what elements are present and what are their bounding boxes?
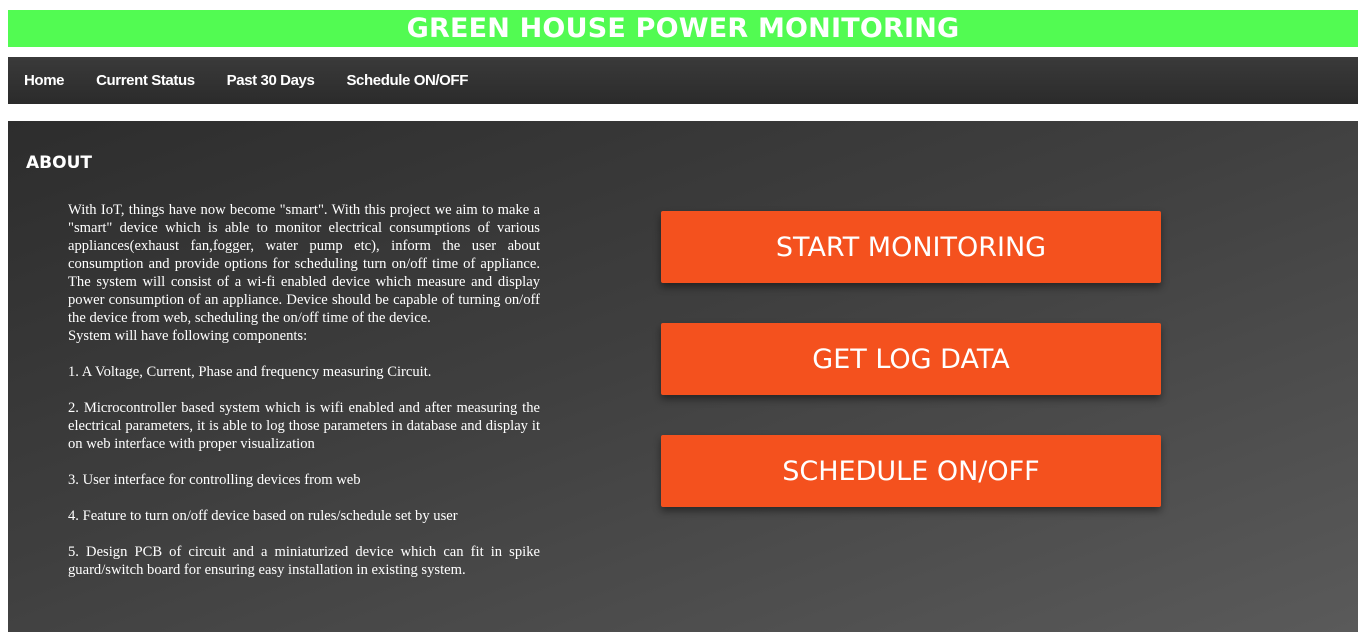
get-log-data-button[interactable]: GET LOG DATA bbox=[661, 323, 1161, 395]
start-monitoring-button[interactable]: START MONITORING bbox=[661, 211, 1161, 283]
about-description: With IoT, things have now become "smart"… bbox=[68, 201, 540, 579]
top-navbar: Home Current Status Past 30 Days Schedul… bbox=[8, 57, 1358, 104]
component-item: 2. Microcontroller based system which is… bbox=[68, 400, 540, 452]
schedule-on-off-button[interactable]: SCHEDULE ON/OFF bbox=[661, 435, 1161, 507]
site-title-banner: GREEN HOUSE POWER MONITORING bbox=[8, 10, 1358, 47]
about-intro: With IoT, things have now become "smart"… bbox=[68, 202, 540, 326]
component-item: 1. A Voltage, Current, Phase and frequen… bbox=[68, 364, 432, 380]
nav-current-status[interactable]: Current Status bbox=[96, 72, 195, 89]
component-item: 4. Feature to turn on/off device based o… bbox=[68, 508, 458, 524]
component-item: 3. User interface for controlling device… bbox=[68, 472, 361, 488]
component-item: 5. Design PCB of circuit and a miniaturi… bbox=[68, 544, 540, 578]
about-heading: ABOUT bbox=[26, 153, 92, 173]
site-title: GREEN HOUSE POWER MONITORING bbox=[406, 13, 960, 44]
nav-home[interactable]: Home bbox=[24, 72, 64, 89]
nav-past-30-days[interactable]: Past 30 Days bbox=[227, 72, 315, 89]
about-panel: ABOUT With IoT, things have now become "… bbox=[8, 121, 1358, 632]
components-intro: System will have following components: bbox=[68, 328, 308, 344]
nav-schedule-on-off[interactable]: Schedule ON/OFF bbox=[346, 72, 468, 89]
